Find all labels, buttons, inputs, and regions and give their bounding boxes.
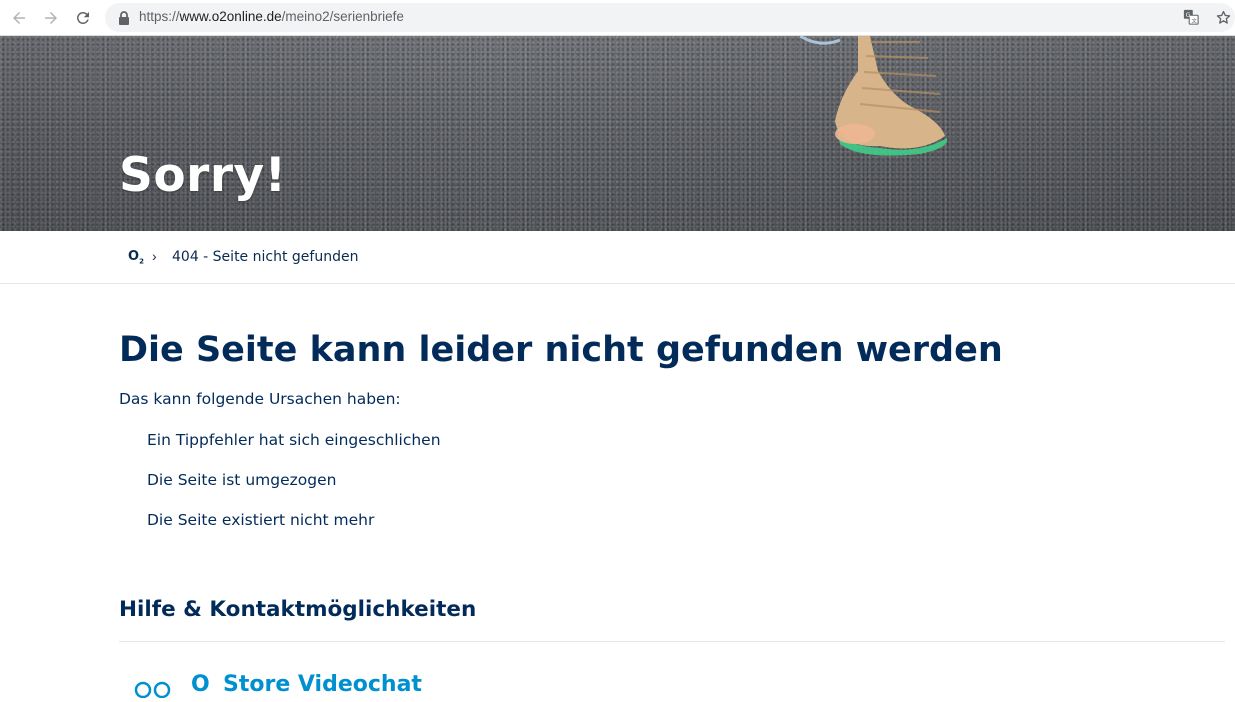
svg-text:文: 文 xyxy=(1191,16,1197,24)
breadcrumb: O2 › 404 - Seite nicht gefunden xyxy=(0,231,1235,284)
star-icon xyxy=(1216,10,1230,24)
svg-text:G: G xyxy=(1186,12,1191,19)
url-path: /meino2/serienbriefe xyxy=(281,9,404,24)
breadcrumb-home-text: O xyxy=(128,249,140,264)
url-text: https://www.o2online.de/meino2/serienbri… xyxy=(139,9,404,24)
back-button[interactable] xyxy=(7,6,31,30)
reload-button[interactable] xyxy=(71,6,95,30)
reason-item: Ein Tippfehler hat sich eingeschlichen xyxy=(147,431,441,449)
translate-icon: G 文 xyxy=(1183,9,1199,25)
forward-arrow-icon xyxy=(45,12,57,24)
page-title: Die Seite kann leider nicht gefunden wer… xyxy=(119,330,1003,370)
divider xyxy=(119,641,1225,642)
forward-button[interactable] xyxy=(39,6,63,30)
url-scheme: https:// xyxy=(139,9,180,24)
help-section-title: Hilfe & Kontaktmöglichkeiten xyxy=(119,597,477,622)
hero-banner: Sorry! xyxy=(0,36,1235,231)
reason-item: Die Seite existiert nicht mehr xyxy=(147,511,375,529)
lock-icon xyxy=(119,11,129,25)
videochat-icon xyxy=(134,681,171,698)
ice-cream-cone-image xyxy=(800,36,948,156)
breadcrumb-current: 404 - Seite nicht gefunden xyxy=(172,249,359,265)
browser-toolbar: https://www.o2online.de/meino2/serienbri… xyxy=(0,0,1235,36)
translate-button[interactable]: G 文 xyxy=(1182,8,1200,26)
breadcrumb-home-link[interactable]: O2 xyxy=(128,249,144,266)
hero-title: Sorry! xyxy=(119,148,287,203)
bookmark-button[interactable] xyxy=(1214,8,1232,26)
videochat-brand: O xyxy=(191,672,210,697)
address-bar[interactable]: https://www.o2online.de/meino2/serienbri… xyxy=(105,3,1235,32)
back-arrow-icon xyxy=(13,12,25,24)
videochat-label: Store Videochat xyxy=(223,672,422,697)
intro-text: Das kann folgende Ursachen haben: xyxy=(119,390,401,408)
reason-item: Die Seite ist umgezogen xyxy=(147,471,337,489)
breadcrumb-separator: › xyxy=(152,248,157,264)
reload-icon xyxy=(76,11,89,24)
url-host: www.o2online.de xyxy=(179,9,282,24)
breadcrumb-home-sub: 2 xyxy=(139,257,144,266)
